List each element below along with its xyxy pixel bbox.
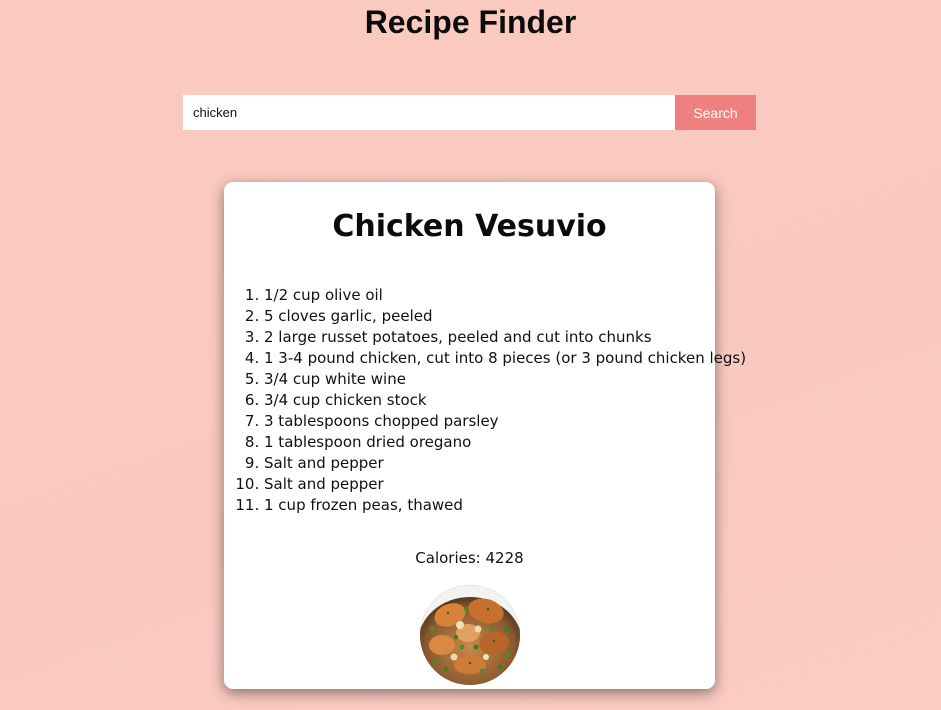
ingredient-item: 1 cup frozen peas, thawed [264, 495, 715, 516]
ingredient-item: Salt and pepper [264, 474, 715, 495]
search-button[interactable]: Search [675, 95, 756, 130]
ingredient-item: 3 tablespoons chopped parsley [264, 411, 715, 432]
ingredient-item: 3/4 cup white wine [264, 369, 715, 390]
ingredient-item: 1 tablespoon dried oregano [264, 432, 715, 453]
recipe-card: Chicken Vesuvio 1/2 cup olive oil 5 clov… [224, 182, 746, 689]
food-photo-icon [420, 585, 520, 685]
ingredient-item: 5 cloves garlic, peeled [264, 306, 715, 327]
page-title: Recipe Finder [364, 4, 577, 40]
ingredient-item: 1/2 cup olive oil [264, 285, 715, 306]
ingredient-item: 2 large russet potatoes, peeled and cut … [264, 327, 715, 348]
calories-text: Calories: 4228 [415, 549, 524, 567]
search-input[interactable] [183, 95, 675, 130]
recipe-title: Chicken Vesuvio [332, 209, 607, 244]
recipe-image [420, 585, 520, 685]
ingredient-list: 1/2 cup olive oil 5 cloves garlic, peele… [224, 285, 746, 516]
ingredient-item: 3/4 cup chicken stock [264, 390, 715, 411]
search-form: Search [183, 95, 756, 130]
ingredient-item: 1 3-4 pound chicken, cut into 8 pieces (… [264, 348, 746, 369]
ingredient-item: Salt and pepper [264, 453, 715, 474]
